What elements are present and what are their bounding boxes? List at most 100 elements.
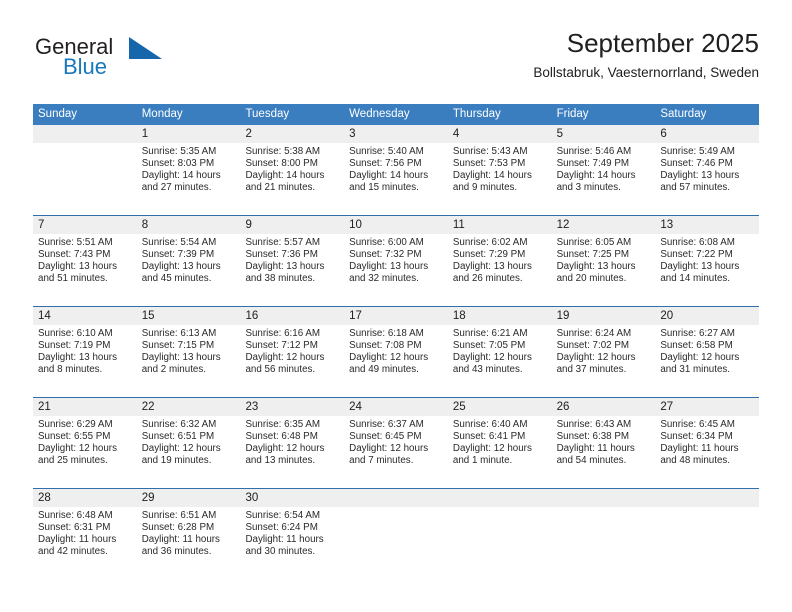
daylight-text-line1: Daylight: 13 hours — [141, 260, 221, 272]
daylight-text-line2: and 2 minutes. — [141, 363, 206, 375]
day-number: 11 — [452, 219, 465, 231]
day-details: Sunrise: 6:16 AM Sunset: 7:12 PM Daylight:… — [240, 325, 344, 376]
calendar-week-row: 7 Sunrise: 5:51 AM Sunset: 7:43 PM Daylight… — [33, 215, 760, 306]
day-cell[interactable]: 3 Sunrise: 5:40 AM Sunset: 7:56 PM Daylight… — [344, 125, 448, 215]
day-details: Sunrise: 6:27 AM Sunset: 6:58 PM Daylight:… — [655, 325, 759, 376]
day-number: 4 — [452, 128, 460, 140]
day-number: 5 — [556, 128, 563, 140]
day-cell[interactable]: 9 Sunrise: 5:57 AM Sunset: 7:36 PM Daylight… — [240, 216, 345, 306]
sunset-text: Sunset: 8:03 PM — [141, 157, 215, 169]
day-number: 22 — [141, 401, 155, 413]
day-cell[interactable]: 23 Sunrise: 6:35 AM Sunset: 6:48 PM Dayligh… — [240, 398, 345, 488]
day-number: 16 — [245, 310, 259, 322]
day-cell-empty — [447, 489, 552, 579]
day-details: Sunrise: 5:40 AM Sunset: 7:56 PM Daylight:… — [344, 143, 448, 194]
day-cell[interactable]: 17 Sunrise: 6:18 AM Sunset: 7:08 PM Dayligh… — [344, 307, 448, 397]
day-details: Sunrise: 6:29 AM Sunset: 6:55 PM Daylight:… — [33, 416, 137, 467]
day-cell[interactable]: 22 Sunrise: 6:32 AM Sunset: 6:51 PM Dayligh… — [136, 398, 241, 488]
daylight-text-line2: and 13 minutes. — [245, 454, 316, 466]
day-details: Sunrise: 6:54 AM Sunset: 6:24 PM Daylight:… — [240, 507, 344, 558]
day-cell[interactable]: 7 Sunrise: 5:51 AM Sunset: 7:43 PM Daylight… — [33, 216, 137, 306]
day-cell[interactable]: 25 Sunrise: 6:40 AM Sunset: 6:41 PM Dayligh… — [447, 398, 552, 488]
sunrise-text: Sunrise: 5:46 AM — [556, 146, 632, 157]
day-details: Sunrise: 6:32 AM Sunset: 6:51 PM Daylight:… — [137, 416, 241, 467]
week-cells: 21 Sunrise: 6:29 AM Sunset: 6:55 PM Dayligh… — [33, 398, 760, 488]
day-details — [344, 507, 448, 510]
day-cell[interactable]: 14 Sunrise: 6:10 AM Sunset: 7:19 PM Dayligh… — [33, 307, 137, 397]
day-number: 10 — [349, 219, 362, 231]
day-cell-empty — [344, 489, 448, 579]
sunrise-text: Sunrise: 6:51 AM — [141, 510, 217, 521]
day-cell[interactable]: 12 Sunrise: 6:05 AM Sunset: 7:25 PM Dayligh… — [551, 216, 656, 306]
daylight-text-line2: and 54 minutes. — [556, 454, 627, 466]
sunset-text: Sunset: 6:41 PM — [452, 430, 526, 442]
day-cell[interactable]: 30 Sunrise: 6:54 AM Sunset: 6:24 PM Dayligh… — [240, 489, 345, 579]
sunrise-text: Sunrise: 6:05 AM — [556, 237, 632, 248]
day-cell[interactable]: 18 Sunrise: 6:21 AM Sunset: 7:05 PM Dayligh… — [447, 307, 552, 397]
sunset-text: Sunset: 7:05 PM — [452, 339, 526, 351]
sunset-text: Sunset: 6:38 PM — [556, 430, 630, 442]
sunrise-text: Sunrise: 6:00 AM — [349, 237, 424, 248]
daylight-text-line1: Daylight: 12 hours — [245, 351, 325, 363]
day-cell[interactable]: 28 Sunrise: 6:48 AM Sunset: 6:31 PM Dayligh… — [33, 489, 137, 579]
sunset-text: Sunset: 7:53 PM — [452, 157, 526, 169]
sunrise-text: Sunrise: 6:13 AM — [141, 328, 217, 339]
daylight-text-line1: Daylight: 14 hours — [452, 169, 532, 181]
daylight-text-line1: Daylight: 13 hours — [452, 260, 532, 272]
day-details: Sunrise: 6:51 AM Sunset: 6:28 PM Daylight:… — [137, 507, 241, 558]
sunset-text: Sunset: 7:29 PM — [452, 248, 526, 260]
day-details: Sunrise: 5:51 AM Sunset: 7:43 PM Daylight:… — [33, 234, 137, 285]
day-cell[interactable]: 24 Sunrise: 6:37 AM Sunset: 6:45 PM Dayligh… — [344, 398, 448, 488]
sunrise-text: Sunrise: 6:08 AM — [660, 237, 735, 248]
day-number: 29 — [141, 492, 155, 504]
daylight-text-line2: and 9 minutes. — [452, 181, 518, 193]
day-cell[interactable]: 21 Sunrise: 6:29 AM Sunset: 6:55 PM Dayligh… — [33, 398, 137, 488]
brand-logo[interactable]: General Blue — [33, 34, 233, 92]
sunrise-text: Sunrise: 6:24 AM — [556, 328, 632, 339]
day-cell[interactable]: 8 Sunrise: 5:54 AM Sunset: 7:39 PM Daylight… — [136, 216, 241, 306]
day-cell[interactable]: 16 Sunrise: 6:16 AM Sunset: 7:12 PM Dayligh… — [240, 307, 345, 397]
day-cell[interactable]: 19 Sunrise: 6:24 AM Sunset: 7:02 PM Dayligh… — [551, 307, 656, 397]
daylight-text-line2: and 32 minutes. — [349, 272, 419, 284]
day-details: Sunrise: 6:48 AM Sunset: 6:31 PM Daylight:… — [33, 507, 137, 558]
sunset-text: Sunset: 7:43 PM — [38, 248, 111, 260]
day-cell[interactable]: 13 Sunrise: 6:08 AM Sunset: 7:22 PM Dayligh… — [655, 216, 760, 306]
day-cell[interactable]: 20 Sunrise: 6:27 AM Sunset: 6:58 PM Dayligh… — [655, 307, 760, 397]
daylight-text-line2: and 51 minutes. — [38, 272, 108, 284]
day-details: Sunrise: 6:45 AM Sunset: 6:34 PM Daylight:… — [655, 416, 759, 467]
day-details: Sunrise: 5:57 AM Sunset: 7:36 PM Daylight:… — [240, 234, 344, 285]
location-subtitle: Bollstabruk, Vaesternorrland, Sweden — [533, 65, 759, 80]
day-cell-empty — [655, 489, 760, 579]
daylight-text-line2: and 48 minutes. — [660, 454, 731, 466]
day-cell[interactable]: 11 Sunrise: 6:02 AM Sunset: 7:29 PM Dayligh… — [447, 216, 552, 306]
day-cell[interactable]: 10 Sunrise: 6:00 AM Sunset: 7:32 PM Dayligh… — [344, 216, 448, 306]
day-number: 25 — [452, 401, 466, 413]
day-cell[interactable]: 4 Sunrise: 5:43 AM Sunset: 7:53 PM Daylight… — [447, 125, 552, 215]
daylight-text-line1: Daylight: 11 hours — [660, 442, 739, 454]
day-cell[interactable]: 2 Sunrise: 5:38 AM Sunset: 8:00 PM Daylight… — [240, 125, 345, 215]
day-details: Sunrise: 5:49 AM Sunset: 7:46 PM Daylight:… — [655, 143, 759, 194]
day-number: 14 — [38, 310, 51, 322]
day-cell[interactable]: 27 Sunrise: 6:45 AM Sunset: 6:34 PM Dayligh… — [655, 398, 760, 488]
sunrise-text: Sunrise: 5:38 AM — [245, 146, 321, 157]
day-cell[interactable]: 5 Sunrise: 5:46 AM Sunset: 7:49 PM Daylight… — [551, 125, 656, 215]
daylight-text-line1: Daylight: 12 hours — [349, 442, 429, 454]
day-cell[interactable]: 26 Sunrise: 6:43 AM Sunset: 6:38 PM Dayligh… — [551, 398, 656, 488]
page-header: General Blue September 2025 Bollstabruk,… — [33, 26, 759, 98]
daylight-text-line1: Daylight: 13 hours — [660, 169, 740, 181]
day-cell[interactable]: 29 Sunrise: 6:51 AM Sunset: 6:28 PM Dayligh… — [136, 489, 241, 579]
sunrise-text: Sunrise: 5:43 AM — [452, 146, 528, 157]
day-cell[interactable]: 1 Sunrise: 5:35 AM Sunset: 8:03 PM Daylight… — [136, 125, 241, 215]
day-number: 13 — [660, 219, 674, 231]
sunset-text: Sunset: 7:25 PM — [556, 248, 630, 260]
day-number: 26 — [556, 401, 570, 413]
daylight-text-line1: Daylight: 12 hours — [660, 351, 740, 363]
day-cell[interactable]: 6 Sunrise: 5:49 AM Sunset: 7:46 PM Daylight… — [655, 125, 760, 215]
day-number: 30 — [245, 492, 259, 504]
day-cell[interactable]: 15 Sunrise: 6:13 AM Sunset: 7:15 PM Dayligh… — [136, 307, 241, 397]
sunset-text: Sunset: 7:46 PM — [660, 157, 733, 169]
sunrise-text: Sunrise: 5:49 AM — [660, 146, 735, 157]
daylight-text-line2: and 37 minutes. — [556, 363, 627, 375]
sunrise-text: Sunrise: 6:48 AM — [38, 510, 113, 521]
day-number: 8 — [141, 219, 149, 231]
